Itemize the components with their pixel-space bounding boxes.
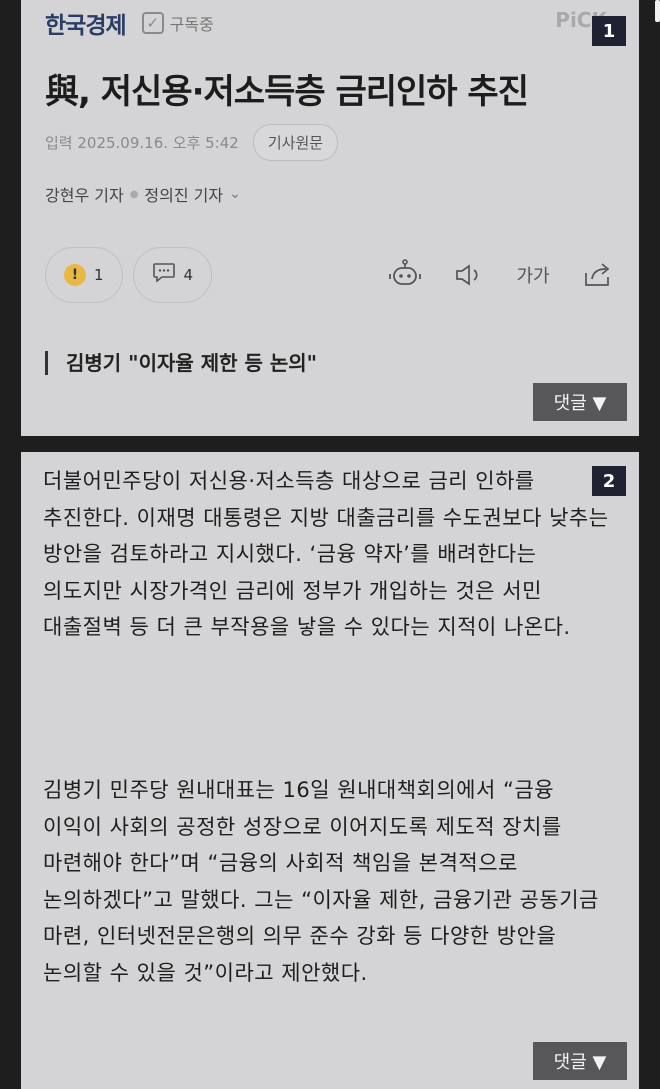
reaction-button[interactable]: ! 1 — [45, 247, 123, 303]
article-headline: 與, 저신용·저소득층 금리인하 추진 — [45, 72, 529, 112]
subscribe-label: 구독중 — [169, 15, 214, 34]
action-bar: ! 1 4 가가 — [45, 244, 615, 306]
scrollbar[interactable] — [655, 0, 660, 22]
comment-button[interactable]: 4 — [132, 247, 213, 303]
article-subtitle: 김병기 "이자율 제한 등 논의" — [45, 351, 317, 375]
reporter-list[interactable]: 강현우 기자 ● 정의진 기자 ⌄ — [45, 182, 241, 206]
body-paragraph: 더불어민주당이 저신용·저소득층 대상으로 금리 인하를 추진한다. 이재명 대… — [43, 469, 609, 639]
reaction-count: 1 — [94, 266, 104, 284]
original-article-button[interactable]: 기사원문 — [252, 124, 339, 161]
chevron-down-icon: ⌄ — [229, 186, 241, 202]
image-badge-1: 1 — [592, 16, 626, 46]
comment-toggle-button[interactable]: 댓글 ▼ — [533, 383, 627, 421]
check-icon: ✓ — [141, 12, 164, 34]
toolbar-icons: 가가 — [387, 257, 615, 293]
exclamation-icon: ! — [64, 264, 86, 286]
font-size-button[interactable]: 가가 — [515, 257, 551, 293]
speaker-icon[interactable] — [451, 257, 487, 293]
reporter-name: 정의진 기자 — [144, 186, 224, 205]
article-header-card: 한국경제 ✓ 구독중 PiCK 1 與, 저신용·저소득층 금리인하 추진 입력… — [21, 0, 639, 436]
image-badge-2: 2 — [592, 466, 626, 496]
press-name[interactable]: 한국경제 — [45, 6, 127, 40]
article-meta: 입력 2025.09.16. 오후 5:42 기사원문 — [45, 124, 339, 161]
reporter-name: 강현우 기자 — [45, 186, 124, 205]
press-header: 한국경제 ✓ 구독중 — [45, 6, 615, 40]
robot-icon[interactable] — [387, 257, 423, 293]
publish-date: 입력 2025.09.16. 오후 5:42 — [45, 134, 239, 152]
share-icon[interactable] — [579, 257, 615, 293]
comment-icon — [152, 262, 176, 288]
separator-dot: ● — [129, 188, 139, 200]
comment-toggle-button[interactable]: 댓글 ▼ — [533, 1042, 627, 1080]
body-paragraph: 김병기 민주당 원내대표는 16일 원내대책회의에서 “금융 이익이 사회의 공… — [43, 778, 599, 985]
article-body-card: 더불어민주당이 저신용·저소득층 대상으로 금리 인하를 추진한다. 이재명 대… — [21, 452, 639, 1089]
comment-count: 4 — [183, 266, 194, 284]
subscribe-toggle[interactable]: ✓ 구독중 — [141, 11, 214, 35]
